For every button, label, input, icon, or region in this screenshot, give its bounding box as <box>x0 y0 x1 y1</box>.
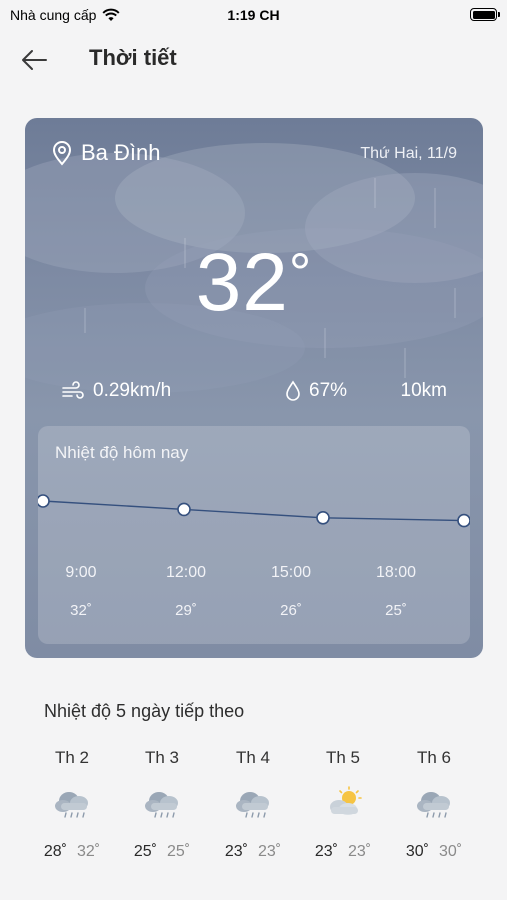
visibility-value: 10km <box>400 380 447 401</box>
rain-cloud-icon <box>143 786 183 820</box>
day-low-temp: 23˚ <box>258 843 282 860</box>
temperature-value: 32 <box>195 237 289 328</box>
day-high-temp: 30˚ <box>405 843 429 860</box>
day-temperatures: 25˚ 25˚ <box>117 843 207 861</box>
water-drop-icon <box>286 380 300 401</box>
hourly-temperature-chart: 9:00 32˚ 12:00 29˚ 15:00 26˚ 18:00 25˚ <box>38 494 470 619</box>
humidity-stat: 67% <box>285 380 347 402</box>
day-high-temp: 23˚ <box>314 843 338 860</box>
location-pin-icon <box>52 141 72 166</box>
hour-temperature-label: 29˚ <box>175 602 197 619</box>
day-temperatures: 30˚ 30˚ <box>389 843 479 861</box>
forecast-day: Th 2 28˚ 32˚ <box>27 746 117 866</box>
forecast-day: Th 4 23˚ 23˚ <box>208 746 298 866</box>
temperature-line <box>42 500 465 522</box>
back-button[interactable] <box>18 46 50 74</box>
day-label: Th 6 <box>416 748 452 767</box>
day-temperatures: 28˚ 32˚ <box>27 843 117 861</box>
wind-stat: 0.29km/h <box>61 380 171 402</box>
temperature-point <box>316 511 330 525</box>
degree-symbol: ° <box>288 241 313 304</box>
hour-temperature-label: 32˚ <box>70 602 92 619</box>
day-high-temp: 25˚ <box>133 843 157 860</box>
temperature-point <box>38 494 50 508</box>
clock: 1:19 CH <box>227 7 280 23</box>
day-high-temp: 23˚ <box>224 843 248 860</box>
status-bar: Nhà cung cấp 1:19 CH <box>0 0 507 30</box>
rain-cloud-icon <box>53 786 93 820</box>
app-header: Thời tiết <box>0 38 507 82</box>
hour-label: 18:00 <box>376 564 416 581</box>
wind-speed: 0.29km/h <box>93 380 172 401</box>
day-label: Th 5 <box>325 748 361 767</box>
forecast-title: Nhiệt độ 5 ngày tiếp theo <box>44 701 245 721</box>
day-low-temp: 23˚ <box>348 843 372 860</box>
hour-label: 15:00 <box>271 564 311 581</box>
location-name: Ba Đình <box>81 140 161 165</box>
day-high-temp: 28˚ <box>43 843 67 860</box>
hour-label: 9:00 <box>65 564 96 581</box>
day-temperatures: 23˚ 23˚ <box>298 843 388 861</box>
location[interactable]: Ba Đình <box>51 140 161 166</box>
wind-icon <box>62 381 84 399</box>
day-low-temp: 25˚ <box>167 843 191 860</box>
forecast-day: Th 6 30˚ 30˚ <box>389 746 479 866</box>
sun-cloud-icon <box>324 786 364 820</box>
day-low-temp: 32˚ <box>77 843 101 860</box>
day-low-temp: 30˚ <box>439 843 463 860</box>
battery-icon <box>470 8 500 21</box>
day-label: Th 2 <box>54 748 90 767</box>
day-label: Th 4 <box>235 748 271 767</box>
current-date: Thứ Hai, 11/9 <box>360 145 457 162</box>
hourly-temperature-panel: Nhiệt độ hôm nay 9:00 32˚ 12:00 29˚ 15:00 26˚… <box>38 426 470 644</box>
forecast-row: Th 2 28˚ 32˚ Th 3 25˚ 25˚ Th 4 23˚ 23˚ Th 5 23˚ 23˚… <box>0 746 507 876</box>
rain-cloud-icon <box>234 786 274 820</box>
forecast-day: Th 3 25˚ 25˚ <box>117 746 207 866</box>
current-temperature: 32° <box>25 236 483 330</box>
weather-stats: 0.29km/h 67% 10km <box>61 380 447 406</box>
temperature-point <box>177 502 191 517</box>
forecast-day: Th 5 23˚ 23˚ <box>298 746 388 866</box>
humidity-value: 67% <box>309 380 348 401</box>
temperature-point <box>457 513 470 528</box>
visibility-stat: 10km <box>401 380 447 402</box>
day-temperatures: 23˚ 23˚ <box>208 843 298 861</box>
day-label: Th 3 <box>144 748 180 767</box>
rain-cloud-icon <box>415 786 455 820</box>
hour-temperature-label: 25˚ <box>385 602 407 619</box>
hour-temperature-label: 26˚ <box>280 602 302 619</box>
current-weather-card: Ba Đình Thứ Hai, 11/9 32° 0.29km/h 67% 1… <box>25 118 483 658</box>
page-title: Thời tiết <box>89 45 177 70</box>
back-arrow-icon <box>22 50 47 70</box>
hour-label: 12:00 <box>166 564 206 581</box>
